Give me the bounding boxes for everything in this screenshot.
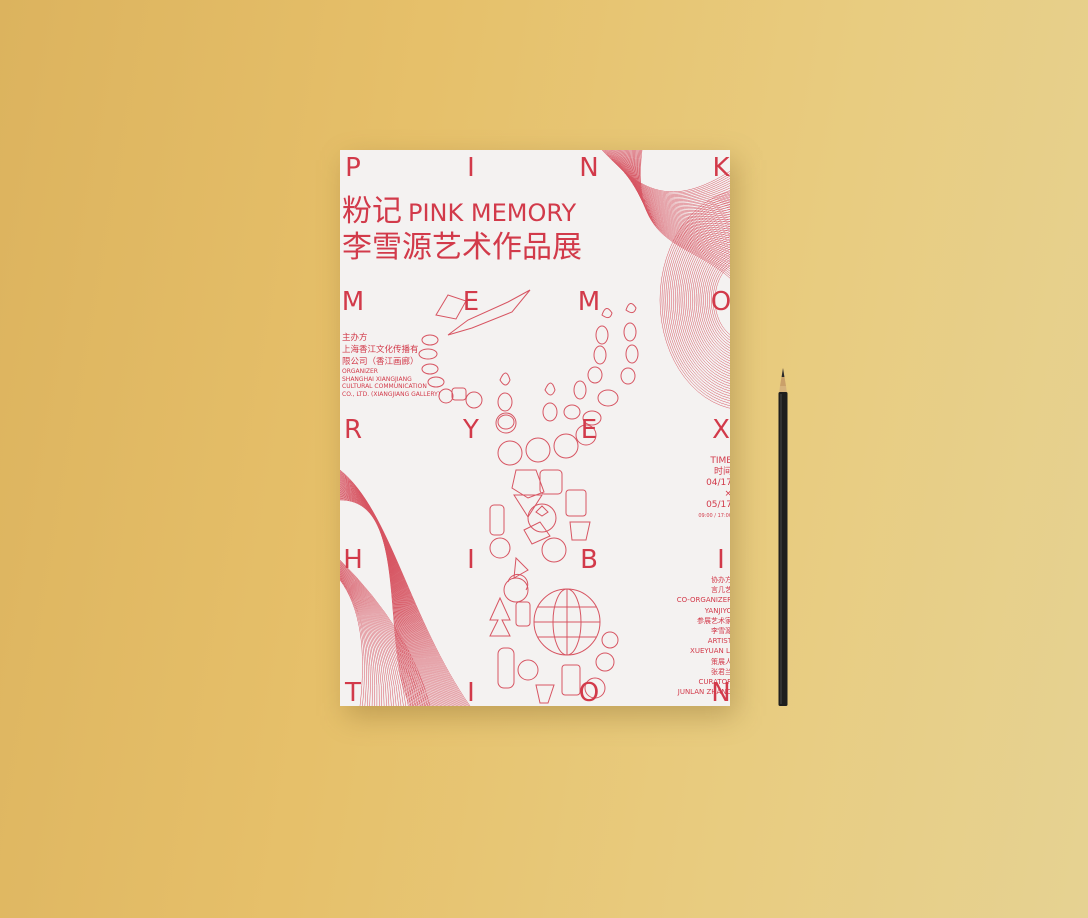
time-label-cn: 时间 [713, 467, 730, 477]
exhibition-letter: P [345, 153, 361, 183]
credits-block: 协办方 言几艺 CO-ORGANIZER YANJIYO 参展艺术家 李雪源 A… [677, 575, 730, 697]
exhibition-letter: Y [463, 415, 479, 445]
artist-en: ARTIST [707, 637, 730, 646]
coorganizer-name-cn: 言几艺 [711, 586, 730, 595]
time-hours: 09:00 / 17:00 [698, 513, 730, 519]
exhibition-letter: I [467, 153, 475, 183]
pencil [778, 368, 788, 706]
time-block: TIME 时间 04/17 × 05/17 09:00 / 17:00 [698, 456, 730, 522]
exhibition-letter: E [580, 415, 598, 445]
artist-name-cn: 李雪源 [711, 627, 730, 636]
curator-name-cn: 张君兰 [711, 667, 730, 676]
wave-lines-bottom-left [340, 469, 471, 706]
poster: PINKMEMORYEXHIBITION 粉记 PINK MEMORY 李雪源艺术… [340, 150, 730, 706]
exhibition-letter: O [710, 287, 730, 317]
organizer-label-en: ORGANIZER [342, 368, 378, 375]
exhibition-letter: O [578, 678, 600, 706]
wave-line [605, 150, 730, 197]
wave-line [606, 150, 730, 199]
organizer-label-cn: 主办方 [342, 333, 368, 343]
exhibition-letter: T [345, 678, 361, 706]
exhibition-letter: M [341, 287, 365, 317]
organizer-name-en-2: CULTURAL COMMUNICATION [342, 383, 427, 390]
wave-lines-top-right [601, 150, 730, 409]
exhibition-letter: K [712, 153, 730, 183]
exhibition-letter: R [343, 415, 363, 445]
exhibition-letter: I [717, 545, 725, 575]
poster-subtitle: 李雪源艺术作品展 [342, 230, 582, 265]
time-separator: × [724, 489, 730, 499]
exhibition-letter: N [579, 153, 599, 183]
wave-line [604, 150, 730, 196]
coorganizer-name-en: YANJIYO [704, 606, 730, 615]
reindeer-icon [418, 289, 639, 704]
exhibition-letter: I [467, 678, 475, 706]
exhibition-letter: H [343, 545, 363, 575]
exhibition-letter: I [467, 545, 475, 575]
organizer-block: 主办方 上海香江文化传播有 限公司（香江画廊） ORGANIZER SHANGH… [342, 332, 440, 398]
curator-en: CURATOR [698, 678, 731, 687]
exhibition-letter: M [577, 287, 601, 317]
title-cn: 粉记 [342, 194, 402, 229]
organizer-name-cn-2: 限公司（香江画廊） [342, 357, 419, 367]
artist-name-en: XUEYUAN LI [690, 647, 730, 656]
poster-title: 粉记 PINK MEMORY [342, 197, 576, 227]
time-label-en: TIME [710, 456, 730, 466]
exhibition-letter: X [712, 415, 730, 445]
time-end: 05/17 [706, 500, 730, 510]
organizer-name-cn-1: 上海香江文化传播有 [342, 345, 419, 355]
coorganizer-cn: 协办方 [711, 576, 730, 584]
curator-cn: 策展人 [711, 657, 730, 666]
curator-name-en: JUNLAN ZHANG [677, 688, 730, 697]
coorganizer-en: CO-ORGANIZER [676, 596, 730, 605]
exhibition-letter: E [462, 287, 480, 317]
time-start: 04/17 [706, 478, 730, 488]
artist-cn: 参展艺术家 [697, 616, 730, 625]
organizer-name-en-3: CO., LTD. (XIANGJIANG GALLERY) [342, 390, 441, 398]
organizer-name-en-1: SHANGHAI XIANGJIANG [342, 375, 412, 383]
exhibition-letter: B [580, 545, 598, 575]
title-en: PINK MEMORY [408, 199, 577, 227]
